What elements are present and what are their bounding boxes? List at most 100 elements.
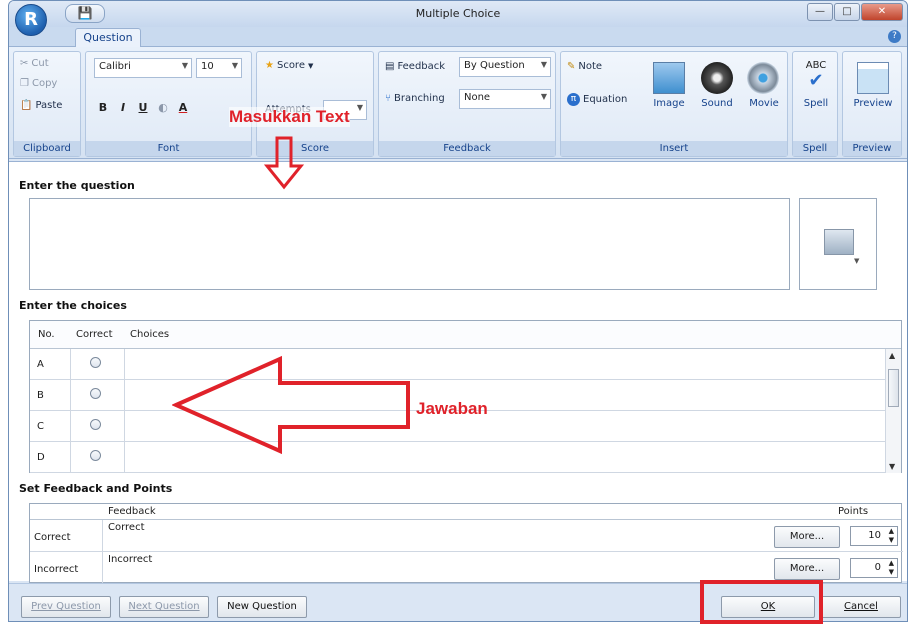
maximize-button[interactable]: □ — [834, 3, 860, 21]
question-media-slot[interactable]: ▼ — [799, 198, 877, 290]
equation-button[interactable]: π Equation — [567, 93, 627, 106]
choices-heading: Enter the choices — [19, 299, 127, 312]
highlight-icon[interactable]: ◐ — [154, 98, 172, 118]
col-points: Points — [838, 506, 869, 517]
underline-button[interactable]: U — [134, 98, 152, 118]
feedback-icon: ▤ — [385, 61, 395, 72]
correct-radio-b[interactable] — [90, 388, 101, 399]
ok-button-highlight — [700, 580, 823, 624]
col-feedback: Feedback — [108, 506, 156, 517]
ribbon: ✂ Cut ❐ Copy 📋 Paste Clipboard Calibri ▼ 10 ▼… — [9, 47, 907, 159]
correct-radio-c[interactable] — [90, 419, 101, 430]
italic-button[interactable]: I — [114, 98, 132, 118]
question-heading: Enter the question — [19, 179, 135, 192]
scroll-thumb[interactable] — [888, 369, 899, 407]
paste-button[interactable]: 📋 Paste — [20, 100, 62, 111]
image-label[interactable]: Image — [651, 98, 687, 109]
font-family-select[interactable]: Calibri ▼ — [94, 58, 192, 78]
preview-button[interactable]: Preview — [847, 98, 899, 109]
feedback-heading: Set Feedback and Points — [19, 482, 173, 495]
minimize-button[interactable]: — — [807, 3, 833, 21]
next-question-button[interactable]: Next Question — [119, 596, 209, 618]
ribbon-tab-row: Question ? — [9, 27, 907, 48]
new-question-button[interactable]: New Question — [217, 596, 307, 618]
clipboard-group: ✂ Cut ❐ Copy 📋 Paste Clipboard — [13, 51, 81, 157]
branching-select[interactable]: None ▼ — [459, 89, 551, 109]
scroll-up-icon[interactable]: ▲ — [889, 351, 895, 360]
multiple-choice-window: R 💾 Multiple Choice — □ ✕ Question ? ✂ Cu… — [8, 0, 908, 622]
media-insert-icon[interactable] — [824, 229, 854, 255]
question-input[interactable] — [29, 198, 790, 290]
cancel-button[interactable]: Cancel — [821, 596, 901, 618]
title-bar: R 💾 Multiple Choice — □ ✕ — [9, 1, 907, 36]
annotation-left-arrow — [172, 355, 410, 455]
col-choices: Choices — [130, 329, 170, 340]
chevron-down-icon: ▼ — [356, 103, 363, 112]
font-color-button[interactable]: A — [174, 98, 192, 118]
spin-arrows-icon[interactable]: ▲ ▼ — [889, 527, 894, 545]
chevron-down-icon: ▼ — [231, 61, 238, 70]
paste-icon: 📋 — [20, 100, 33, 111]
help-icon[interactable]: ? — [888, 30, 901, 43]
incorrect-points-stepper[interactable]: 0 ▲ ▼ — [850, 558, 898, 578]
note-icon: ✎ — [567, 61, 576, 72]
chevron-down-icon: ▼ — [307, 61, 314, 70]
scissors-icon: ✂ — [20, 58, 29, 69]
cut-button[interactable]: ✂ Cut — [20, 58, 49, 69]
feedback-select-value: By Question — [464, 60, 525, 71]
chevron-down-icon: ▼ — [540, 92, 547, 101]
spell-button[interactable]: Spell — [797, 98, 835, 109]
font-group: Calibri ▼ 10 ▼ B I U ◐ A Font — [85, 51, 252, 157]
checkmark-icon[interactable]: ✔ — [799, 70, 833, 91]
pi-icon: π — [567, 93, 580, 106]
copy-button[interactable]: ❐ Copy — [20, 78, 57, 89]
close-button[interactable]: ✕ — [861, 3, 903, 21]
preview-icon[interactable] — [857, 62, 889, 94]
app-orb-button[interactable]: R — [15, 4, 47, 36]
image-icon[interactable] — [653, 62, 685, 94]
window-title: Multiple Choice — [415, 7, 501, 20]
correct-more-button[interactable]: More... — [774, 526, 840, 548]
feedback-select[interactable]: By Question ▼ — [459, 57, 551, 77]
choice-row-a: A — [30, 349, 885, 380]
content-area: Enter the question ▼ Enter the choices N… — [9, 161, 907, 584]
equation-label: Equation — [583, 94, 628, 105]
incorrect-more-button[interactable]: More... — [774, 558, 840, 580]
movie-label[interactable]: Movie — [745, 98, 783, 109]
incorrect-points-value: 0 — [874, 562, 881, 573]
copy-label: Copy — [31, 78, 58, 89]
preview-group-label: Preview — [843, 141, 901, 156]
branching-icon: ⑂ — [385, 93, 391, 104]
feedback-table: Feedback Points Correct Correct More... … — [29, 503, 903, 584]
correct-points-value: 10 — [868, 530, 881, 541]
font-size-select[interactable]: 10 ▼ — [196, 58, 242, 78]
choices-table: No. Correct Choices A B C D ▲ ▼ — [29, 320, 902, 473]
score-button[interactable]: ★ Score ▼ — [265, 60, 313, 71]
chevron-down-icon: ▼ — [854, 257, 860, 265]
spell-group-label: Spell — [793, 141, 837, 156]
sound-icon[interactable] — [701, 62, 733, 94]
chevron-down-icon: ▼ — [540, 60, 547, 69]
feedback-row-correct: Correct Correct More... 10 ▲ ▼ — [30, 520, 903, 552]
correct-radio-d[interactable] — [90, 450, 101, 461]
correct-feedback-input[interactable]: Correct — [108, 522, 145, 533]
score-label: Score — [276, 60, 305, 71]
scroll-down-icon[interactable]: ▼ — [889, 462, 895, 471]
tab-question[interactable]: Question — [75, 28, 141, 48]
note-button[interactable]: ✎ Note — [567, 61, 602, 72]
branching-button[interactable]: ⑂ Branching — [385, 93, 445, 104]
copy-icon: ❐ — [20, 78, 29, 89]
choice-row-d: D — [30, 442, 885, 473]
sound-label[interactable]: Sound — [697, 98, 737, 109]
note-label: Note — [578, 61, 603, 72]
movie-icon[interactable] — [747, 62, 779, 94]
correct-points-stepper[interactable]: 10 ▲ ▼ — [850, 526, 898, 546]
spin-arrows-icon[interactable]: ▲ ▼ — [889, 559, 894, 577]
branching-label: Branching — [394, 93, 445, 104]
correct-radio-a[interactable] — [90, 357, 101, 368]
choices-scrollbar[interactable]: ▲ ▼ — [885, 349, 901, 473]
incorrect-feedback-input[interactable]: Incorrect — [108, 554, 152, 565]
bold-button[interactable]: B — [94, 98, 112, 118]
prev-question-button[interactable]: Prev Question — [21, 596, 111, 618]
feedback-button[interactable]: ▤ Feedback — [385, 61, 445, 72]
